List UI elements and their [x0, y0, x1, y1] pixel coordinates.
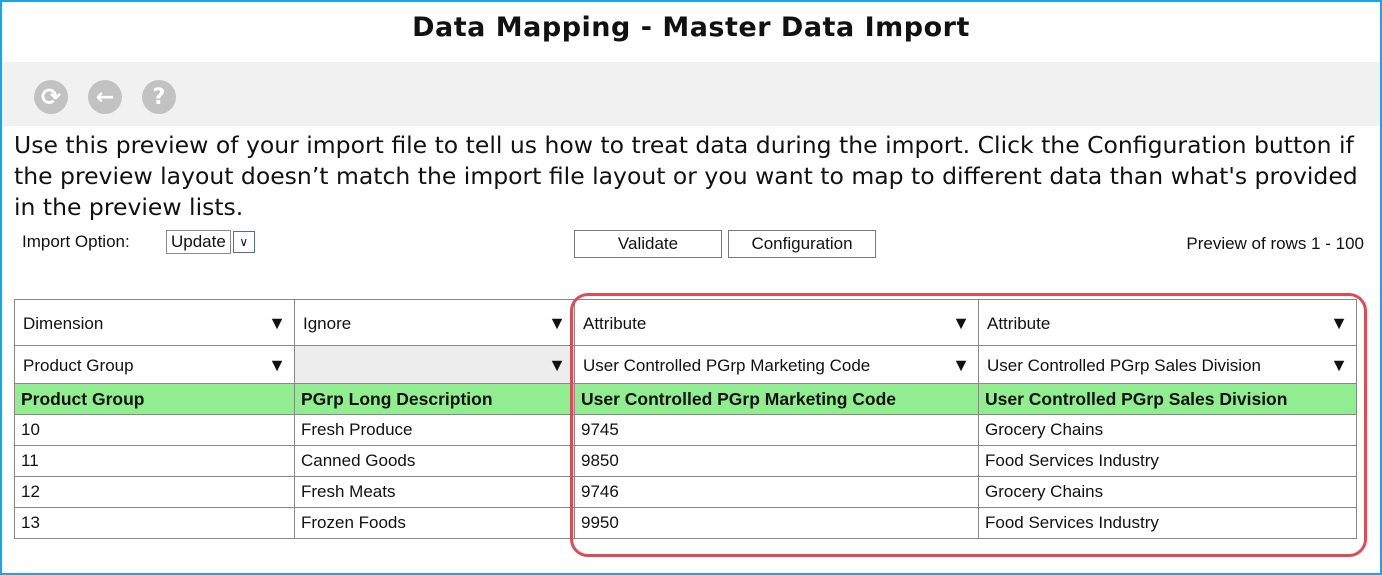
header-row: Product Group PGrp Long Description User…: [14, 383, 1357, 415]
table-row: 13 Frozen Foods 9950 Food Services Indus…: [14, 507, 1357, 539]
column-header: User Controlled PGrp Sales Division: [978, 383, 1357, 415]
table-cell: 9850: [574, 445, 979, 477]
table-row: 12 Fresh Meats 9746 Grocery Chains: [14, 476, 1357, 508]
refresh-icon[interactable]: ⟳: [34, 80, 68, 114]
validate-button[interactable]: Validate: [574, 230, 722, 258]
type-select-3[interactable]: Attribute ▼: [574, 299, 979, 346]
type-select-2[interactable]: Ignore ▼: [294, 299, 575, 346]
field-select-label: Product Group: [23, 356, 134, 375]
dropdown-arrow-icon[interactable]: ▼: [268, 355, 286, 376]
field-select-3[interactable]: User Controlled PGrp Marketing Code ▼: [574, 345, 979, 384]
page-title: Data Mapping - Master Data Import: [412, 12, 970, 43]
type-select-label: Ignore: [303, 314, 352, 333]
configuration-button[interactable]: Configuration: [728, 230, 876, 258]
type-select-label: Attribute: [987, 314, 1051, 333]
back-icon[interactable]: ←: [88, 80, 122, 114]
chevron-down-icon[interactable]: ∨: [232, 231, 255, 253]
column-header: User Controlled PGrp Marketing Code: [574, 383, 979, 415]
field-select-2[interactable]: ▼: [294, 345, 575, 384]
import-option-label: Import Option:: [22, 232, 130, 251]
column-header: Product Group: [14, 383, 295, 415]
table-cell: 9745: [574, 414, 979, 446]
table-cell: Frozen Foods: [294, 507, 575, 539]
table-cell: Grocery Chains: [978, 414, 1357, 446]
dropdown-arrow-icon[interactable]: ▼: [268, 313, 286, 334]
intro-text: Use this preview of your import file to …: [14, 131, 1358, 221]
back-glyph: ←: [95, 84, 115, 110]
table-cell: 12: [14, 476, 295, 508]
table-cell: 9950: [574, 507, 979, 539]
preview-rows-text: Preview of rows 1 - 100: [1186, 234, 1364, 253]
type-select-4[interactable]: Attribute ▼: [978, 299, 1357, 346]
table-row: 11 Canned Goods 9850 Food Services Indus…: [14, 445, 1357, 477]
help-glyph: ?: [152, 84, 166, 110]
import-option-select[interactable]: Update ∨: [166, 230, 255, 254]
dropdown-arrow-icon[interactable]: ▼: [1330, 313, 1348, 334]
refresh-glyph: ⟳: [40, 83, 62, 111]
field-select-1[interactable]: Product Group ▼: [14, 345, 295, 384]
dropdown-arrow-icon[interactable]: ▼: [1330, 355, 1348, 376]
type-select-label: Dimension: [23, 314, 104, 333]
table-cell: 10: [14, 414, 295, 446]
dropdown-arrow-icon[interactable]: ▼: [952, 355, 970, 376]
dropdown-arrow-icon[interactable]: ▼: [548, 355, 566, 376]
table-cell: Grocery Chains: [978, 476, 1357, 508]
toolbar: ⟳ ← ?: [2, 62, 1380, 126]
table-cell: 11: [14, 445, 295, 477]
table-cell: Canned Goods: [294, 445, 575, 477]
column-header: PGrp Long Description: [294, 383, 575, 415]
field-select-label: User Controlled PGrp Marketing Code: [583, 356, 871, 375]
type-row: Dimension ▼ Ignore ▼ Attribute ▼ Attribute ▼: [14, 299, 1357, 346]
field-row: Product Group ▼ ▼ User Controlled PGrp Ma…: [14, 345, 1357, 384]
type-select-label: Attribute: [583, 314, 647, 333]
table-cell: Food Services Industry: [978, 507, 1357, 539]
dropdown-arrow-icon[interactable]: ▼: [952, 313, 970, 334]
table-row: 10 Fresh Produce 9745 Grocery Chains: [14, 414, 1357, 446]
table-cell: Food Services Industry: [978, 445, 1357, 477]
field-select-label: User Controlled PGrp Sales Division: [987, 356, 1261, 375]
table-cell: Fresh Produce: [294, 414, 575, 446]
table-cell: 13: [14, 507, 295, 539]
field-select-4[interactable]: User Controlled PGrp Sales Division ▼: [978, 345, 1357, 384]
table-cell: Fresh Meats: [294, 476, 575, 508]
options-row: Import Option: Update ∨ Validate Configu…: [14, 230, 1368, 260]
table-cell: 9746: [574, 476, 979, 508]
dropdown-arrow-icon[interactable]: ▼: [548, 313, 566, 334]
mapping-grid: Dimension ▼ Ignore ▼ Attribute ▼ Attribute ▼…: [14, 299, 1357, 539]
dialog-frame: Data Mapping - Master Data Import ⟳ ← ? …: [0, 0, 1382, 575]
type-select-1[interactable]: Dimension ▼: [14, 299, 295, 346]
import-option-value: Update: [166, 230, 231, 254]
help-icon[interactable]: ?: [142, 80, 176, 114]
